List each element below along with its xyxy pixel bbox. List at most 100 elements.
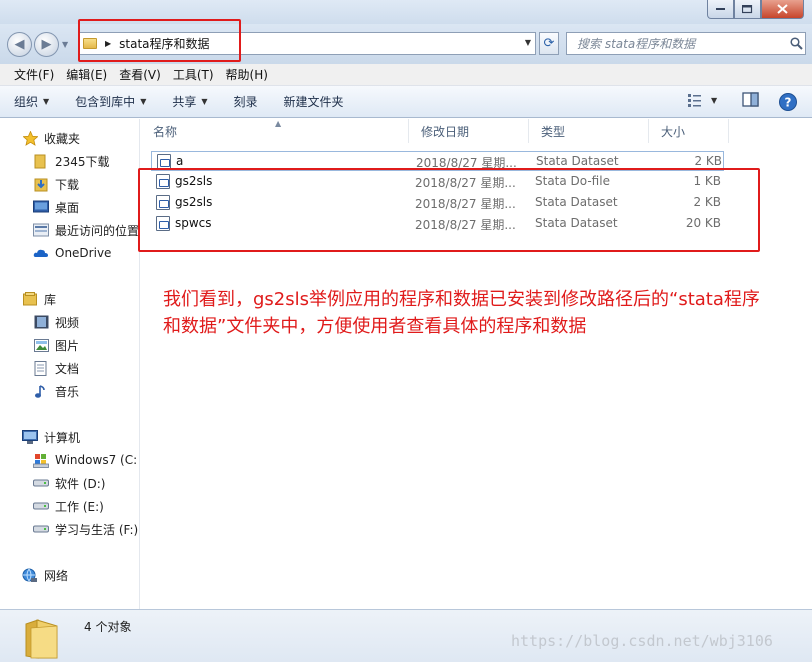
- menu-help[interactable]: 帮助(H): [220, 66, 274, 83]
- details-pane: 4 个对象 https://blog.csdn.net/wbj3106: [0, 609, 812, 662]
- command-bar: 组织 ▼ 包含到库中 ▼ 共享 ▼ 刻录 新建文件夹 ▼ ?: [0, 86, 812, 118]
- file-size: 2 KB: [694, 154, 722, 168]
- menu-edit[interactable]: 编辑(E): [60, 66, 113, 83]
- sidebar-library-header[interactable]: 库: [22, 288, 160, 310]
- sidebar-computer-header[interactable]: 计算机: [22, 426, 160, 448]
- folder-icon: [33, 153, 49, 169]
- column-header-size[interactable]: 大小: [649, 119, 729, 143]
- new-folder-label: 新建文件夹: [283, 95, 344, 109]
- document-icon: [33, 360, 49, 376]
- sidebar-favorites-label: 收藏夹: [44, 131, 81, 146]
- new-folder-button[interactable]: 新建文件夹: [284, 93, 344, 110]
- column-header-date-label: 修改日期: [421, 124, 470, 139]
- sidebar-favorites-header[interactable]: 收藏夹: [22, 127, 160, 149]
- menu-bar: 文件(F) 编辑(E) 查看(V) 工具(T) 帮助(H): [0, 64, 812, 86]
- column-header-name-label: 名称: [153, 124, 178, 139]
- sidebar-item-label: 下载: [55, 177, 80, 192]
- sidebar-item-label: 图片: [55, 338, 80, 353]
- annotation-highlight-address: [78, 19, 241, 62]
- sidebar-item-label: OneDrive: [55, 246, 112, 260]
- preview-pane-icon: [742, 92, 759, 107]
- folder-icon: [23, 618, 61, 660]
- search-placeholder: 搜索 stata程序和数据: [577, 37, 696, 51]
- svg-text:?: ?: [785, 96, 792, 110]
- forward-button[interactable]: ▶: [34, 32, 59, 57]
- sidebar-item-label: 音乐: [55, 384, 80, 399]
- hard-drive-icon: [33, 521, 49, 537]
- sidebar-library-label: 库: [44, 292, 57, 307]
- maximize-button[interactable]: [734, 0, 761, 19]
- help-button[interactable]: ?: [778, 92, 798, 112]
- address-dropdown-icon[interactable]: ▼: [525, 38, 531, 47]
- film-icon: [33, 314, 49, 330]
- column-header-type[interactable]: 类型: [529, 119, 649, 143]
- preview-pane-button[interactable]: [742, 92, 760, 108]
- burn-button[interactable]: 刻录: [234, 93, 258, 110]
- sidebar-item-label: 工作 (E:): [55, 499, 104, 514]
- sidebar-item-label: 文档: [55, 361, 80, 376]
- menu-view[interactable]: 查看(V): [113, 66, 167, 83]
- windows-drive-icon: [33, 452, 49, 468]
- organize-label: 组织: [14, 95, 39, 109]
- arrow-right-icon: ▶: [41, 37, 52, 52]
- file-name: a: [176, 154, 184, 168]
- minimize-icon: [715, 8, 725, 10]
- refresh-button[interactable]: ⟳: [539, 32, 559, 55]
- watermark: https://blog.csdn.net/wbj3106: [511, 632, 773, 650]
- burn-label: 刻录: [233, 95, 258, 109]
- sidebar-computer-label: 计算机: [44, 430, 81, 445]
- hard-drive-icon: [33, 498, 49, 514]
- search-input[interactable]: 搜索 stata程序和数据: [566, 32, 806, 55]
- close-button[interactable]: [761, 0, 804, 19]
- minimize-button[interactable]: [707, 0, 734, 19]
- picture-icon: [33, 337, 49, 353]
- navigation-pane: 收藏夹 2345下载 下载 桌面 最近访问的位置 OneDrive 库 视频 图…: [0, 119, 140, 609]
- recent-pages-dropdown[interactable]: ▼: [62, 40, 68, 49]
- share-label: 共享: [172, 95, 197, 109]
- refresh-icon: ⟳: [543, 36, 555, 51]
- sidebar-network-header[interactable]: 网络: [22, 564, 160, 586]
- library-icon: [22, 291, 38, 307]
- caret-down-icon: ▼: [43, 97, 50, 106]
- download-folder-icon: [33, 176, 49, 192]
- help-icon: ?: [779, 93, 797, 111]
- sidebar-item-label: 软件 (D:): [55, 476, 106, 491]
- close-icon: [777, 4, 788, 14]
- sidebar-network-label: 网络: [44, 568, 69, 583]
- share-button[interactable]: 共享 ▼: [172, 93, 207, 110]
- include-in-library-button[interactable]: 包含到库中 ▼: [75, 93, 146, 110]
- back-button[interactable]: ◀: [7, 32, 32, 57]
- star-icon: [22, 130, 38, 146]
- column-header-size-label: 大小: [661, 124, 686, 139]
- stata-dataset-icon: [157, 154, 171, 169]
- sidebar-item-label: 学习与生活 (F:): [55, 522, 139, 537]
- view-list-icon: [688, 94, 701, 107]
- menu-file[interactable]: 文件(F): [8, 66, 60, 83]
- computer-icon: [22, 429, 38, 445]
- caret-down-icon: ▼: [140, 97, 147, 106]
- change-view-button[interactable]: ▼: [687, 92, 717, 108]
- file-type: Stata Dataset: [536, 154, 619, 168]
- caret-down-icon: ▼: [201, 97, 208, 106]
- annotation-highlight-files: [138, 168, 760, 252]
- organize-button[interactable]: 组织 ▼: [14, 93, 49, 110]
- music-note-icon: [33, 383, 49, 399]
- include-in-library-label: 包含到库中: [75, 95, 136, 109]
- caption-buttons: [707, 0, 804, 19]
- column-header-date[interactable]: 修改日期: [409, 119, 529, 143]
- network-icon: [22, 567, 38, 583]
- cloud-icon: [33, 245, 49, 261]
- column-header-name[interactable]: 名称: [141, 119, 409, 143]
- sidebar-item-label: 最近访问的位置: [55, 223, 140, 238]
- item-count: 4 个对象: [84, 620, 132, 634]
- caret-down-icon: ▼: [711, 95, 718, 105]
- menu-tools[interactable]: 工具(T): [167, 66, 220, 83]
- search-icon[interactable]: [787, 37, 805, 50]
- recent-places-icon: [33, 222, 49, 238]
- sidebar-item-label: Windows7 (C:: [55, 453, 138, 467]
- maximize-icon: [742, 4, 753, 13]
- hard-drive-icon: [33, 475, 49, 491]
- column-header-type-label: 类型: [541, 124, 566, 139]
- sidebar-item-label: 桌面: [55, 200, 80, 215]
- arrow-left-icon: ◀: [14, 37, 25, 52]
